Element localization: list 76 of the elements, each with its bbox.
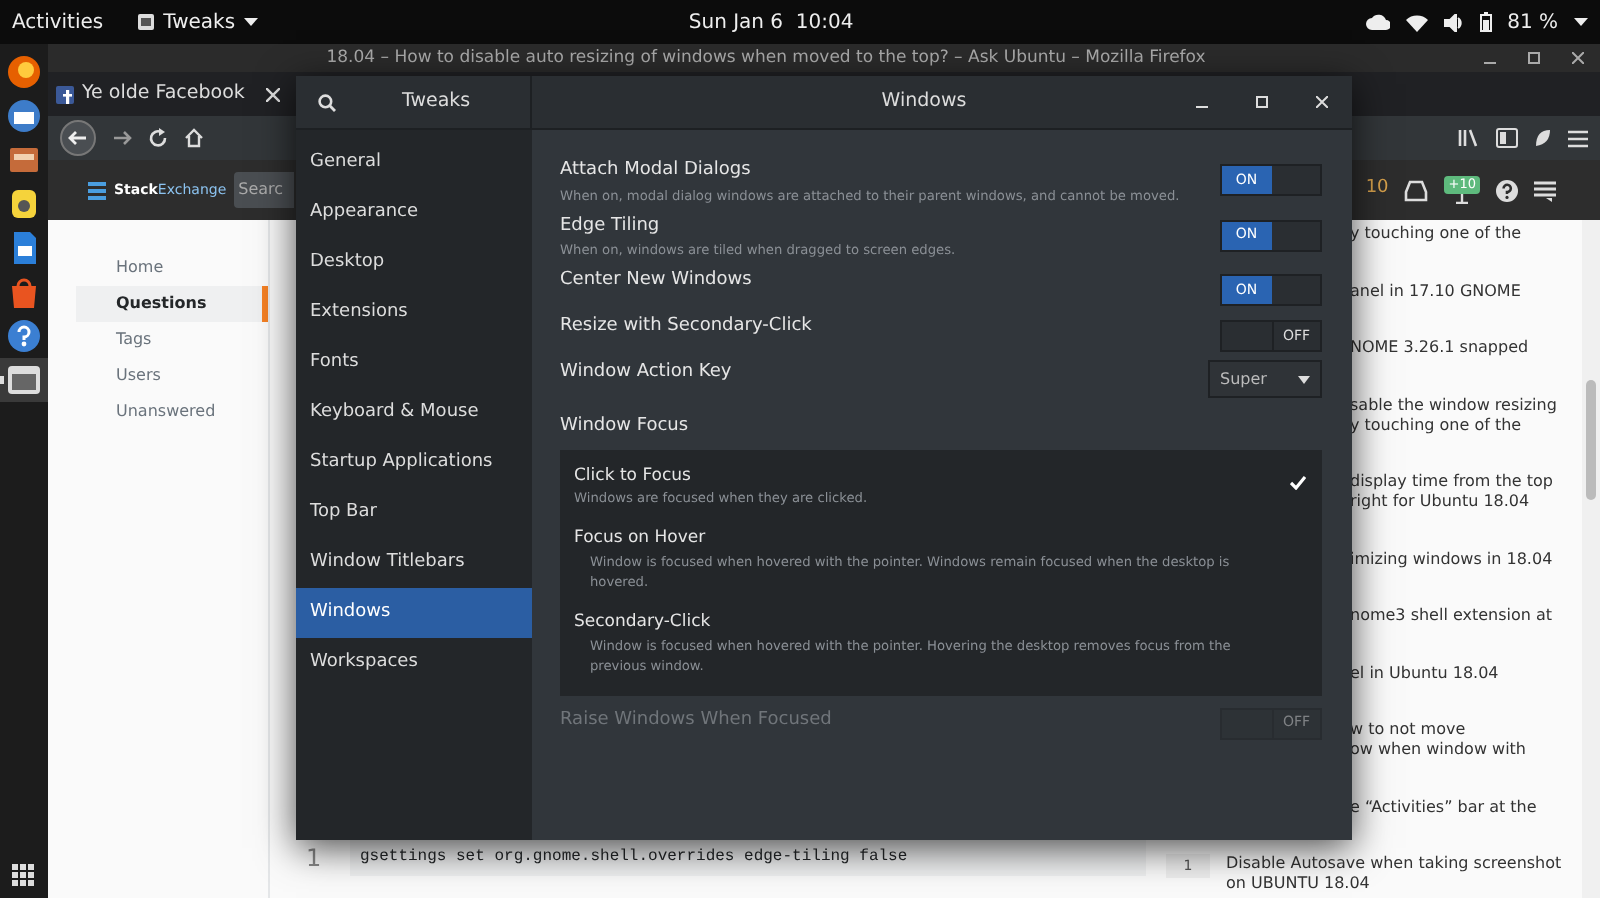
caret-icon [1298, 375, 1310, 383]
reputation[interactable]: 10 [1365, 176, 1389, 204]
nav-link[interactable]: Users [76, 358, 268, 394]
dropdown[interactable]: Super [1208, 360, 1322, 398]
active-indicator [0, 376, 4, 384]
app-icon[interactable] [6, 186, 42, 222]
reload-icon[interactable] [148, 128, 168, 148]
home-icon[interactable] [184, 128, 204, 148]
sidebar-item[interactable]: Startup Applications [296, 438, 532, 488]
app-icon[interactable] [6, 362, 42, 398]
search-icon [317, 93, 335, 111]
sidebar-item[interactable]: General [296, 138, 532, 188]
caret-icon [1573, 17, 1588, 27]
browser-tab[interactable]: Ye olde Facebook [48, 72, 288, 116]
caret-icon [243, 17, 258, 27]
sidebar-icon[interactable] [1496, 128, 1518, 148]
cloud-icon [1365, 14, 1390, 30]
sidebar-item[interactable]: Extensions [296, 288, 532, 338]
activities-button[interactable]: Activities [12, 7, 104, 37]
app-menu[interactable]: Tweaks [163, 7, 236, 37]
app-icon[interactable] [6, 54, 42, 90]
setting-label: Center New Windows [560, 268, 752, 294]
wifi-icon [1405, 13, 1428, 31]
app-title: Tweaks [402, 87, 471, 116]
sidebar-item[interactable]: Keyboard & Mouse [296, 388, 532, 438]
option-label[interactable]: Focus on Hover [574, 526, 1290, 552]
setting-label: Edge Tiling [560, 213, 662, 239]
battery-icon [1479, 12, 1492, 32]
app-grid-icon[interactable] [12, 864, 34, 886]
help-icon[interactable] [1496, 179, 1518, 201]
sidebar-item[interactable]: Windows [296, 588, 532, 638]
related-question-link[interactable]: nome3 shell extension at [1350, 606, 1553, 626]
sidebar-item[interactable]: Workspaces [296, 638, 532, 688]
app-icon[interactable] [6, 318, 42, 354]
close-icon[interactable] [1572, 52, 1584, 64]
window-title: 18.04 – How to disable auto resizing of windows when moved to the top? – Ask Ubuntu – Mozilla Firefox [324, 45, 1208, 71]
volume-icon [1443, 13, 1464, 31]
setting-label: Attach Modal Dialogs [560, 158, 753, 184]
forward-icon[interactable] [112, 128, 132, 148]
nav-link[interactable]: Tags [76, 322, 268, 358]
favicon-icon [56, 85, 74, 103]
battery-level: 81 % [1507, 9, 1558, 37]
related-question-link[interactable]: anel in 17.10 GNOME [1350, 281, 1521, 301]
sidebar-item[interactable]: Window Titlebars [296, 538, 532, 588]
menu-icon[interactable] [1568, 129, 1588, 147]
setting-label: Window Action Key [560, 360, 732, 386]
leaf-icon[interactable] [1534, 128, 1552, 148]
related-question-link[interactable]: NOME 3.26.1 snapped [1350, 338, 1529, 358]
sidebar-item[interactable]: Fonts [296, 338, 532, 388]
stack-logo-icon [88, 181, 106, 199]
sidebar-item[interactable]: Top Bar [296, 488, 532, 538]
maximize-icon[interactable] [1528, 52, 1540, 64]
line-number: 1 [306, 842, 324, 876]
related-question-link[interactable]: imizing windows in 18.04 [1350, 549, 1553, 569]
sidebar-item[interactable]: Desktop [296, 238, 532, 288]
app-icon [135, 12, 156, 32]
related-question-link[interactable]: Disable Autosave when taking screenshot on UBUNTU 18.04 [1226, 854, 1562, 894]
nav-link[interactable]: Unanswered [76, 394, 268, 430]
option-label[interactable]: Secondary-Click [574, 610, 1290, 636]
app-icon[interactable] [6, 142, 42, 178]
option-label[interactable]: Click to Focus [574, 463, 868, 489]
section-heading: Window Focus [560, 414, 691, 440]
review-queue-icon[interactable] [1534, 179, 1556, 201]
clock[interactable]: Sun Jan 6 10:04 [688, 7, 934, 37]
page-title: Windows [879, 87, 967, 116]
search-field[interactable]: Searc [234, 172, 295, 208]
scroll-thumb[interactable] [1586, 380, 1596, 500]
back-icon[interactable] [60, 120, 96, 156]
sidebar-item[interactable]: Appearance [296, 188, 532, 238]
inbox-icon[interactable] [1404, 179, 1429, 201]
nav-link[interactable]: Questions [76, 286, 268, 322]
library-icon[interactable] [1458, 128, 1480, 148]
app-icon[interactable] [6, 98, 42, 134]
setting-label: Resize with Secondary-Click [560, 314, 812, 340]
nav-link[interactable]: Home [76, 250, 268, 286]
setting-label: Raise Windows When Focused [560, 707, 832, 733]
